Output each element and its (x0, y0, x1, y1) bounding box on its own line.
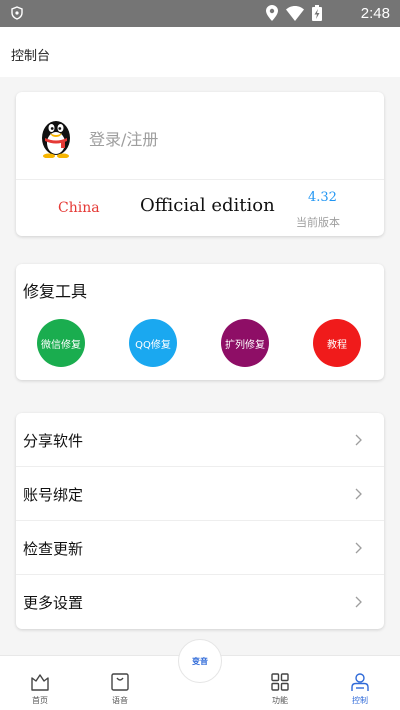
version-info-row: China Official edition 4.32 当前版本 (16, 180, 384, 236)
nav-control[interactable]: 控制 (330, 656, 390, 710)
version-caption: 当前版本 (296, 216, 340, 229)
edition-label: Official edition (140, 195, 275, 216)
page-title: 控制台 (11, 49, 51, 64)
login-row[interactable]: 登录/注册 (16, 92, 384, 180)
menu-item-label: 分享软件 (23, 432, 84, 450)
tutorial-button[interactable]: 教程 (313, 319, 361, 367)
app-header: 控制台 (0, 27, 400, 77)
menu-item-account-binding[interactable]: 账号绑定 (16, 467, 384, 521)
qq-repair-button[interactable]: QQ修复 (129, 319, 177, 367)
chevron-right-icon (355, 596, 362, 608)
nav-label: 首页 (32, 696, 48, 705)
home-icon (31, 674, 49, 691)
repair-tools-card: 修复工具 微信修复 QQ修复 扩列修复 教程 (16, 264, 384, 380)
battery-charging-icon (312, 5, 322, 21)
menu-item-label: 检查更新 (23, 540, 84, 558)
region-label: China (58, 200, 100, 216)
nav-functions[interactable]: 功能 (250, 656, 310, 710)
settings-menu-card: 分享软件 账号绑定 检查更新 更多设置 (16, 413, 384, 629)
shield-icon (11, 6, 23, 20)
wifi-icon (286, 5, 304, 21)
version-number: 4.32 (308, 190, 337, 205)
voice-change-button[interactable]: 变音 (178, 639, 222, 683)
user-icon (351, 673, 369, 691)
chevron-right-icon (355, 542, 362, 554)
chevron-right-icon (355, 488, 362, 500)
login-card: 登录/注册 China Official edition 4.32 当前版本 (16, 92, 384, 236)
tools-title: 修复工具 (23, 282, 88, 301)
grid-icon (271, 673, 289, 691)
menu-item-check-update[interactable]: 检查更新 (16, 521, 384, 575)
nav-voice[interactable]: 语音 (90, 656, 150, 710)
friend-expand-repair-button[interactable]: 扩列修复 (221, 319, 269, 367)
qq-penguin-icon (42, 121, 70, 158)
chevron-right-icon (355, 434, 362, 446)
menu-item-label: 更多设置 (23, 594, 84, 612)
menu-item-more-settings[interactable]: 更多设置 (16, 575, 384, 629)
status-bar: 2:48 (0, 0, 400, 27)
menu-item-share[interactable]: 分享软件 (16, 413, 384, 467)
bag-icon (111, 673, 129, 691)
nav-label: 语音 (112, 696, 128, 705)
wechat-repair-button[interactable]: 微信修复 (37, 319, 85, 367)
nav-label: 控制 (352, 696, 368, 705)
nav-home[interactable]: 首页 (10, 656, 70, 710)
login-register-link[interactable]: 登录/注册 (89, 126, 158, 150)
location-icon (266, 5, 278, 21)
menu-item-label: 账号绑定 (23, 486, 84, 504)
nav-label: 功能 (272, 696, 288, 705)
status-time: 2:48 (360, 5, 390, 22)
